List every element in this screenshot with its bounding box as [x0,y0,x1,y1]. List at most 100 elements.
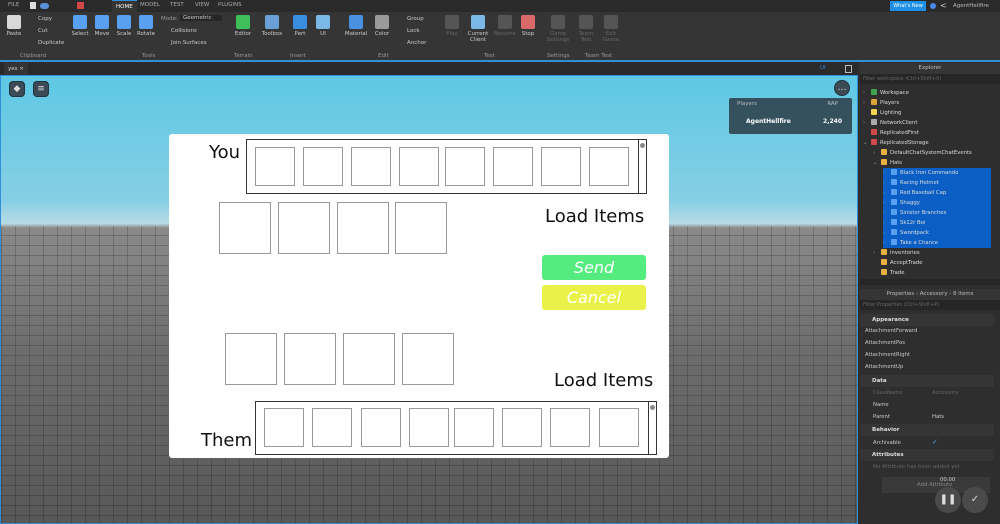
inventory-slot[interactable] [493,147,533,186]
explorer-item[interactable]: › Take a Chance [883,238,991,248]
rotate-button[interactable]: Rotate [133,15,159,37]
copy-button[interactable]: Copy [38,16,52,22]
share-icon[interactable]: < [940,1,947,10]
tab-model[interactable]: MODEL [140,2,160,8]
explorer-item[interactable]: Lighting [863,108,901,118]
tab-home[interactable]: HOME [112,0,137,12]
property-attachmentup[interactable]: AttachmentUp [865,364,903,370]
explorer-item[interactable]: › Swordpack [883,228,991,238]
properties-filter-input[interactable]: Filter Properties (Ctrl+Shift+P) [860,300,1000,310]
inventory-slot[interactable] [351,147,391,186]
new-file-icon[interactable] [30,2,36,9]
offer-slot[interactable] [284,333,336,385]
expand-arrow-icon[interactable]: ⌄ [873,158,881,168]
section-appearance[interactable]: Appearance [860,314,994,326]
offer-slot[interactable] [402,333,454,385]
inventory-slot[interactable] [255,147,295,186]
explorer-item[interactable]: › Black Iron Commando [883,168,991,178]
game-settings-button[interactable]: Game Settings [545,15,571,43]
their-inventory-list[interactable] [255,401,657,455]
duplicate-button[interactable]: Duplicate [38,40,64,46]
section-attributes[interactable]: Attributes [860,449,994,461]
explorer-item[interactable]: › Sk12r Boi [883,218,991,228]
parent-value[interactable]: Hats [932,414,944,420]
inventory-slot[interactable] [361,408,401,447]
explorer-item[interactable]: › Racing Helmet [883,178,991,188]
expand-arrow-icon[interactable]: › [863,98,871,108]
property-attachmentright[interactable]: AttachmentRight [865,352,910,358]
inventory-slot[interactable] [502,408,542,447]
offer-slot[interactable] [337,202,389,254]
archivable-checkbox[interactable]: ✓ [932,438,938,446]
toolbox-button[interactable]: Toolbox [259,15,285,37]
globe-icon[interactable] [930,3,936,9]
publish-icon[interactable] [40,3,49,9]
expand-arrow-icon[interactable]: › [873,148,881,158]
file-menu[interactable]: FILE [8,2,19,8]
section-behavior[interactable]: Behavior [860,424,994,436]
stop-button[interactable]: Stop [515,15,541,37]
chat-icon[interactable]: ≡ [33,81,49,97]
anchor-button[interactable]: Anchor [407,40,426,46]
horizontal-scrollbar[interactable] [860,279,1000,285]
offer-slot[interactable] [219,202,271,254]
expand-arrow-icon[interactable]: › [873,248,881,258]
color-button[interactable]: Color [369,15,395,37]
expand-arrow-icon[interactable]: › [863,88,871,98]
inventory-slot[interactable] [445,147,485,186]
offer-slot[interactable] [395,202,447,254]
pause-icon[interactable]: ❚❚ [935,487,961,513]
explorer-item[interactable]: › NetworkClient [863,118,917,128]
tab-view[interactable]: VIEW [195,2,209,8]
cut-button[interactable]: Cut [38,28,47,34]
editor-button[interactable]: Editor [230,15,256,37]
group-button[interactable]: Group [407,16,424,22]
explorer-item[interactable]: › Sinister Branches [883,208,991,218]
ui-button[interactable]: UI [310,15,336,37]
expand-arrow-icon[interactable]: › [883,198,891,208]
explorer-item[interactable]: AcceptTrade [873,258,923,268]
roblox-menu-icon[interactable]: ◆ [9,81,25,97]
checkmark-icon[interactable]: ✓ [962,487,988,513]
tab-test[interactable]: TEST [170,2,184,8]
expand-arrow-icon[interactable]: › [883,238,891,248]
explorer-filter-input[interactable]: Filter workspace (Ctrl+Shift+X) [860,74,1000,84]
mode-dropdown[interactable]: Geometric [180,15,222,21]
property-attachmentforward[interactable]: AttachmentForward [865,328,917,334]
whats-new-button[interactable]: What's New [890,1,926,11]
load-items-button-them[interactable]: Load Items [554,370,653,391]
explorer-item[interactable]: › Players [863,98,899,108]
property-attachmentpos[interactable]: AttachmentPos [865,340,905,346]
explorer-item[interactable]: › Red Baseball Cap [883,188,991,198]
expand-arrow-icon[interactable]: › [883,188,891,198]
explorer-item[interactable]: › DefaultChatSystemChatEvents [873,148,972,158]
explorer-item[interactable]: ⌄ ReplicatedStorage [863,138,929,148]
user-menu[interactable]: AgentHellfire [953,3,989,9]
scrollbar[interactable] [638,140,646,193]
your-inventory-list[interactable] [246,139,647,194]
explorer-item[interactable]: Trade [873,268,905,278]
expand-arrow-icon[interactable]: › [883,228,891,238]
player-name[interactable]: AgentHellfire [746,118,791,125]
expand-arrow-icon[interactable]: › [883,168,891,178]
load-items-button[interactable]: Load Items [545,206,644,227]
lock-button[interactable]: Lock [407,28,420,34]
cancel-button[interactable]: Cancel [542,285,646,310]
inventory-slot[interactable] [589,147,629,186]
collisions-toggle[interactable]: Collisions [171,28,197,34]
inventory-slot[interactable] [264,408,304,447]
explorer-item[interactable]: › Workspace [863,88,909,98]
tab-plugins[interactable]: PLUGINS [218,2,242,8]
explorer-item[interactable]: › Inventories [873,248,920,258]
inventory-slot[interactable] [303,147,343,186]
scrollbar[interactable] [648,402,656,454]
section-data[interactable]: Data [860,375,994,387]
inventory-slot[interactable] [409,408,449,447]
play-button[interactable]: Play [439,15,465,37]
current-client-button[interactable]: Current Client [465,15,491,43]
close-icon[interactable]: × [19,66,24,72]
inventory-slot[interactable] [599,408,639,447]
ui-visibility-toggle[interactable]: UI [820,65,826,71]
expand-arrow-icon[interactable]: › [863,118,871,128]
record-icon[interactable] [77,2,84,9]
